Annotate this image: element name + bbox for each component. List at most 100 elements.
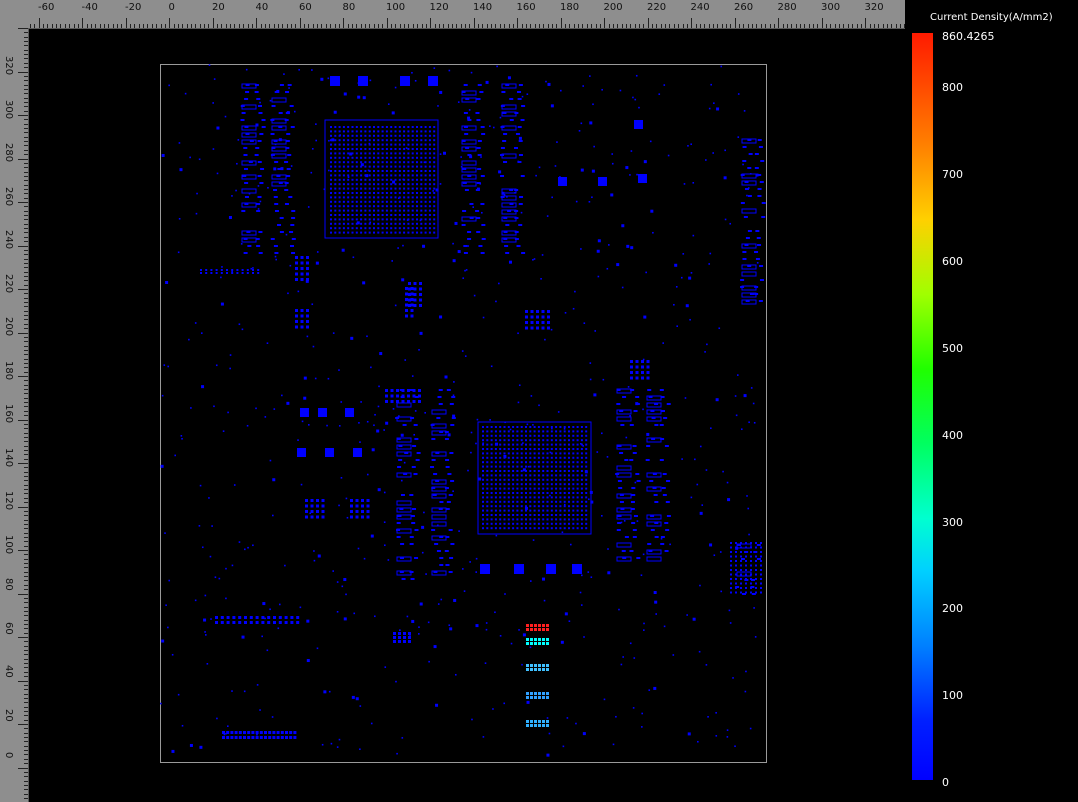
bga-ball bbox=[490, 439, 493, 442]
bga-ball bbox=[490, 426, 493, 428]
bga-ball bbox=[377, 214, 380, 216]
connector-pin bbox=[268, 736, 272, 739]
via bbox=[397, 197, 400, 200]
via bbox=[370, 366, 372, 369]
via bbox=[489, 419, 491, 421]
via bbox=[332, 332, 335, 334]
bga-ball bbox=[555, 483, 558, 486]
bga-ball bbox=[494, 496, 497, 499]
via bbox=[338, 504, 340, 507]
bga-ball bbox=[334, 196, 337, 199]
bga-ball bbox=[529, 487, 532, 490]
bga-ball bbox=[507, 518, 510, 521]
bga-ball bbox=[503, 500, 506, 503]
bga-ball bbox=[576, 492, 579, 494]
bga-ball bbox=[503, 448, 506, 450]
pad-cluster bbox=[419, 293, 422, 296]
bga-ball bbox=[360, 231, 363, 234]
bga-ball bbox=[411, 209, 414, 212]
bga-ball bbox=[424, 231, 427, 234]
via bbox=[306, 619, 310, 623]
bga-ball bbox=[533, 461, 536, 464]
connector-pin-hotspot bbox=[530, 624, 533, 627]
bga-ball bbox=[550, 500, 553, 503]
bga-ball bbox=[520, 465, 523, 468]
bga-ball bbox=[559, 514, 562, 516]
bga-ball bbox=[576, 461, 579, 464]
bga-ball bbox=[499, 461, 502, 464]
bga-ball bbox=[563, 443, 566, 446]
via bbox=[583, 322, 586, 324]
bga-ball bbox=[503, 439, 506, 442]
via bbox=[742, 163, 744, 166]
bga-ball bbox=[420, 192, 423, 194]
bga-ball bbox=[499, 505, 502, 508]
bga-ball bbox=[533, 492, 536, 494]
bga-ball bbox=[424, 156, 427, 159]
via bbox=[218, 577, 221, 580]
bga-ball bbox=[368, 205, 371, 208]
bga-ball bbox=[381, 152, 384, 155]
via bbox=[551, 427, 553, 430]
bga-ball bbox=[555, 509, 558, 512]
via bbox=[719, 551, 722, 553]
bga-ball bbox=[512, 434, 515, 437]
bga-ball bbox=[529, 500, 532, 503]
bga-ball bbox=[546, 443, 549, 446]
bga-ball bbox=[572, 492, 575, 494]
bga-ball bbox=[428, 205, 431, 208]
bga-ball bbox=[428, 218, 431, 221]
bga-ball bbox=[368, 161, 371, 164]
connector-pin bbox=[735, 542, 737, 544]
bga-ball bbox=[520, 439, 523, 442]
bga-ball bbox=[537, 474, 540, 477]
via bbox=[620, 521, 623, 524]
bga-ball bbox=[420, 174, 423, 177]
connector-pin bbox=[247, 736, 251, 739]
via bbox=[328, 169, 330, 172]
bga-ball bbox=[390, 214, 393, 216]
bga-ball bbox=[516, 514, 519, 516]
via bbox=[590, 576, 593, 579]
bga-ball bbox=[377, 156, 380, 159]
bga-ball bbox=[512, 430, 515, 433]
bga-ball bbox=[572, 500, 575, 503]
smd-pad bbox=[662, 494, 667, 496]
connector-pin bbox=[750, 555, 752, 558]
via bbox=[243, 690, 246, 693]
bga-ball bbox=[368, 178, 371, 181]
bga-ball bbox=[420, 130, 423, 133]
bga-ball bbox=[494, 514, 497, 516]
bga-ball bbox=[377, 161, 380, 164]
bga-ball bbox=[394, 170, 397, 172]
pcb-layout[interactable] bbox=[160, 64, 767, 763]
via bbox=[457, 250, 461, 254]
bga-ball bbox=[520, 452, 523, 455]
via bbox=[596, 451, 599, 453]
bga-ball bbox=[424, 130, 427, 133]
bga-ball bbox=[533, 496, 536, 499]
pad-cluster bbox=[300, 320, 304, 323]
connector-pin-hotspot bbox=[526, 642, 529, 645]
bga-ball bbox=[512, 474, 515, 477]
bga-ball bbox=[368, 134, 371, 137]
bga-ball bbox=[533, 434, 536, 437]
bga-ball bbox=[525, 434, 527, 437]
bga-ball bbox=[576, 443, 579, 446]
pad-cluster bbox=[547, 315, 550, 319]
bga-ball bbox=[342, 134, 345, 137]
via bbox=[208, 64, 211, 66]
bga-ball bbox=[385, 222, 388, 225]
smd-pad bbox=[448, 529, 453, 531]
via bbox=[208, 497, 210, 499]
bga-ball bbox=[394, 143, 397, 146]
via bbox=[707, 716, 709, 718]
bga-ball bbox=[516, 448, 519, 450]
bga-ball bbox=[542, 443, 545, 446]
bga-ball bbox=[525, 456, 527, 459]
bga-ball bbox=[364, 231, 367, 234]
bga-ball bbox=[403, 174, 406, 177]
bga-ball bbox=[537, 470, 540, 472]
bga-ball bbox=[416, 178, 418, 181]
pad-cluster bbox=[355, 499, 359, 502]
